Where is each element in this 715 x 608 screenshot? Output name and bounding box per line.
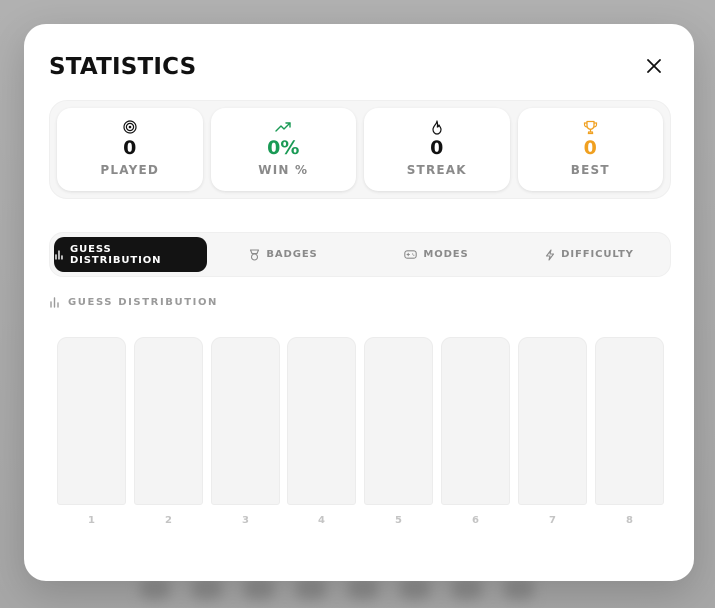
- stat-value-best: 0: [583, 137, 597, 159]
- distribution-guess-label: 1: [88, 515, 95, 526]
- distribution-bar-slot: [57, 337, 126, 505]
- guess-distribution-chart: 1 2 3 4 5 6 7 8: [57, 337, 664, 535]
- section-heading-label: GUESS DISTRIBUTION: [68, 297, 219, 308]
- stat-value-streak: 0: [430, 137, 444, 159]
- modal-title: STATISTICS: [49, 54, 197, 80]
- distribution-guess-label: 5: [395, 515, 402, 526]
- tab-badges[interactable]: BADGES: [207, 237, 360, 272]
- tab-label: GUESS DISTRIBUTION: [69, 243, 162, 266]
- close-button[interactable]: [644, 56, 664, 76]
- stats-panel: 0 PLAYED 0% WIN % 0 STREAK 0 BEST: [49, 100, 671, 199]
- section-heading: GUESS DISTRIBUTION: [49, 297, 218, 308]
- stat-card-win-percent: 0% WIN %: [210, 108, 356, 191]
- stat-card-best: 0 BEST: [517, 108, 663, 191]
- tab-difficulty[interactable]: DIFFICULTY: [513, 237, 666, 272]
- flame-icon: [432, 119, 442, 135]
- distribution-guess-label: 2: [165, 515, 172, 526]
- stat-value-played: 0: [123, 137, 137, 159]
- bar-chart-icon: [55, 249, 63, 260]
- distribution-bar-slot: [518, 337, 587, 505]
- statistics-modal: STATISTICS 0 PLAYED 0% WIN % 0 STREAK 0 …: [24, 24, 694, 581]
- stat-value-win-percent: 0%: [267, 137, 300, 159]
- bolt-icon: [546, 248, 555, 261]
- badge-icon: [250, 248, 260, 261]
- target-icon: [123, 120, 137, 134]
- trending-up-icon: [275, 122, 291, 132]
- distribution-bar-slot: [134, 337, 203, 505]
- stat-label-played: PLAYED: [100, 163, 160, 177]
- distribution-guess-label: 3: [242, 515, 249, 526]
- distribution-bar-slot: [287, 337, 356, 505]
- bar-chart-icon: [50, 297, 59, 308]
- gamepad-icon: [404, 250, 418, 259]
- stats-tabs: GUESS DISTRIBUTION BADGES MODES DIFFICUL…: [49, 232, 671, 277]
- distribution-bar-slot: [441, 337, 510, 505]
- distribution-guess-label: 6: [472, 515, 479, 526]
- tab-label: DIFFICULTY: [561, 249, 634, 260]
- stat-label-best: BEST: [570, 163, 610, 177]
- tab-guess-distribution[interactable]: GUESS DISTRIBUTION: [54, 237, 207, 272]
- close-icon: [647, 59, 661, 73]
- distribution-guess-label: 8: [626, 515, 633, 526]
- distribution-bar-slot: [595, 337, 664, 505]
- stat-label-streak: STREAK: [406, 163, 467, 177]
- tab-label: MODES: [423, 249, 469, 260]
- distribution-bar-slot: [364, 337, 433, 505]
- trophy-icon: [583, 120, 597, 134]
- tab-label: BADGES: [266, 249, 318, 260]
- stat-card-streak: 0 STREAK: [364, 108, 510, 191]
- distribution-bar-slot: [211, 337, 280, 505]
- backdrop-content: [140, 578, 580, 608]
- distribution-guess-label: 4: [318, 515, 325, 526]
- distribution-guess-label: 7: [549, 515, 556, 526]
- stat-card-played: 0 PLAYED: [57, 108, 203, 191]
- stat-label-win-percent: WIN %: [258, 163, 309, 177]
- tab-modes[interactable]: MODES: [360, 237, 513, 272]
